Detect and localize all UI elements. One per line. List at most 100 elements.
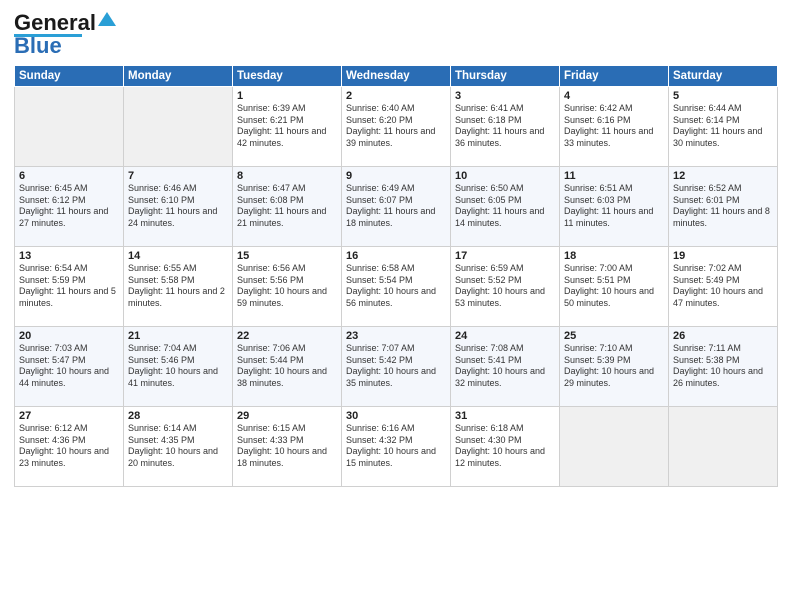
day-header-wednesday: Wednesday — [342, 66, 451, 87]
day-info: Daylight: 10 hours and 26 minutes. — [673, 366, 773, 389]
day-info: Sunset: 5:49 PM — [673, 275, 773, 287]
day-info: Sunrise: 6:47 AM — [237, 183, 337, 195]
day-info: Sunset: 5:59 PM — [19, 275, 119, 287]
day-info: Sunrise: 6:14 AM — [128, 423, 228, 435]
day-header-tuesday: Tuesday — [233, 66, 342, 87]
day-info: Daylight: 10 hours and 56 minutes. — [346, 286, 446, 309]
day-number: 27 — [19, 410, 119, 422]
calendar-cell: 25Sunrise: 7:10 AMSunset: 5:39 PMDayligh… — [560, 327, 669, 407]
day-header-thursday: Thursday — [451, 66, 560, 87]
day-info: Daylight: 11 hours and 2 minutes. — [128, 286, 228, 309]
day-info: Sunset: 6:10 PM — [128, 195, 228, 207]
day-info: Sunrise: 6:12 AM — [19, 423, 119, 435]
day-info: Sunrise: 6:15 AM — [237, 423, 337, 435]
day-info: Sunrise: 7:11 AM — [673, 343, 773, 355]
day-info: Daylight: 11 hours and 30 minutes. — [673, 126, 773, 149]
day-info: Daylight: 10 hours and 38 minutes. — [237, 366, 337, 389]
day-info: Sunset: 6:05 PM — [455, 195, 555, 207]
day-info: Sunset: 5:58 PM — [128, 275, 228, 287]
calendar-cell: 10Sunrise: 6:50 AMSunset: 6:05 PMDayligh… — [451, 167, 560, 247]
day-number: 31 — [455, 410, 555, 422]
day-info: Sunrise: 6:42 AM — [564, 103, 664, 115]
day-info: Sunrise: 6:41 AM — [455, 103, 555, 115]
day-info: Sunset: 4:35 PM — [128, 435, 228, 447]
day-number: 2 — [346, 90, 446, 102]
day-info: Sunset: 5:47 PM — [19, 355, 119, 367]
calendar-table: SundayMondayTuesdayWednesdayThursdayFrid… — [14, 65, 778, 487]
main-container: General Blue SundayMondayTuesdayWednesda… — [0, 0, 792, 495]
day-number: 30 — [346, 410, 446, 422]
day-info: Sunset: 5:41 PM — [455, 355, 555, 367]
day-header-sunday: Sunday — [15, 66, 124, 87]
calendar-cell: 31Sunrise: 6:18 AMSunset: 4:30 PMDayligh… — [451, 407, 560, 487]
day-info: Sunrise: 6:16 AM — [346, 423, 446, 435]
day-header-friday: Friday — [560, 66, 669, 87]
day-info: Sunset: 6:07 PM — [346, 195, 446, 207]
day-number: 10 — [455, 170, 555, 182]
day-info: Sunset: 5:44 PM — [237, 355, 337, 367]
calendar-cell: 27Sunrise: 6:12 AMSunset: 4:36 PMDayligh… — [15, 407, 124, 487]
day-number: 7 — [128, 170, 228, 182]
calendar-cell — [560, 407, 669, 487]
day-number: 29 — [237, 410, 337, 422]
day-number: 12 — [673, 170, 773, 182]
calendar-cell: 17Sunrise: 6:59 AMSunset: 5:52 PMDayligh… — [451, 247, 560, 327]
day-number: 5 — [673, 90, 773, 102]
day-info: Daylight: 11 hours and 27 minutes. — [19, 206, 119, 229]
calendar-cell: 22Sunrise: 7:06 AMSunset: 5:44 PMDayligh… — [233, 327, 342, 407]
calendar-cell: 1Sunrise: 6:39 AMSunset: 6:21 PMDaylight… — [233, 87, 342, 167]
day-info: Sunset: 5:51 PM — [564, 275, 664, 287]
logo-blue: Blue — [14, 33, 62, 59]
day-number: 9 — [346, 170, 446, 182]
day-number: 18 — [564, 250, 664, 262]
day-info: Sunrise: 6:49 AM — [346, 183, 446, 195]
day-info: Sunrise: 7:07 AM — [346, 343, 446, 355]
day-info: Daylight: 10 hours and 29 minutes. — [564, 366, 664, 389]
day-info: Sunset: 5:46 PM — [128, 355, 228, 367]
calendar-cell: 23Sunrise: 7:07 AMSunset: 5:42 PMDayligh… — [342, 327, 451, 407]
day-info: Sunset: 5:42 PM — [346, 355, 446, 367]
calendar-cell: 13Sunrise: 6:54 AMSunset: 5:59 PMDayligh… — [15, 247, 124, 327]
day-info: Daylight: 10 hours and 50 minutes. — [564, 286, 664, 309]
day-info: Sunrise: 6:51 AM — [564, 183, 664, 195]
calendar-cell: 21Sunrise: 7:04 AMSunset: 5:46 PMDayligh… — [124, 327, 233, 407]
header: General Blue — [14, 10, 778, 59]
day-number: 6 — [19, 170, 119, 182]
day-info: Sunset: 4:36 PM — [19, 435, 119, 447]
day-number: 15 — [237, 250, 337, 262]
day-info: Sunrise: 6:55 AM — [128, 263, 228, 275]
calendar-cell: 4Sunrise: 6:42 AMSunset: 6:16 PMDaylight… — [560, 87, 669, 167]
day-info: Sunset: 5:56 PM — [237, 275, 337, 287]
day-info: Daylight: 10 hours and 35 minutes. — [346, 366, 446, 389]
logo-general: General — [14, 10, 96, 36]
day-info: Sunrise: 7:00 AM — [564, 263, 664, 275]
calendar-week-row: 6Sunrise: 6:45 AMSunset: 6:12 PMDaylight… — [15, 167, 778, 247]
calendar-week-row: 1Sunrise: 6:39 AMSunset: 6:21 PMDaylight… — [15, 87, 778, 167]
day-info: Sunrise: 6:59 AM — [455, 263, 555, 275]
day-info: Sunrise: 7:03 AM — [19, 343, 119, 355]
day-info: Daylight: 11 hours and 36 minutes. — [455, 126, 555, 149]
day-info: Sunrise: 7:02 AM — [673, 263, 773, 275]
calendar-cell: 26Sunrise: 7:11 AMSunset: 5:38 PMDayligh… — [669, 327, 778, 407]
calendar-cell — [15, 87, 124, 167]
day-info: Daylight: 11 hours and 11 minutes. — [564, 206, 664, 229]
day-info: Sunrise: 6:58 AM — [346, 263, 446, 275]
day-info: Daylight: 10 hours and 12 minutes. — [455, 446, 555, 469]
calendar-cell: 6Sunrise: 6:45 AMSunset: 6:12 PMDaylight… — [15, 167, 124, 247]
day-info: Sunset: 6:20 PM — [346, 115, 446, 127]
day-number: 16 — [346, 250, 446, 262]
calendar-body: 1Sunrise: 6:39 AMSunset: 6:21 PMDaylight… — [15, 87, 778, 487]
day-info: Sunrise: 7:08 AM — [455, 343, 555, 355]
day-info: Sunset: 4:30 PM — [455, 435, 555, 447]
calendar-week-row: 27Sunrise: 6:12 AMSunset: 4:36 PM Dayligh… — [15, 407, 778, 487]
day-info: Daylight: 11 hours and 33 minutes. — [564, 126, 664, 149]
day-number: 8 — [237, 170, 337, 182]
day-info: Sunset: 6:16 PM — [564, 115, 664, 127]
day-info: Sunset: 6:01 PM — [673, 195, 773, 207]
calendar-cell: 8Sunrise: 6:47 AMSunset: 6:08 PMDaylight… — [233, 167, 342, 247]
day-number: 3 — [455, 90, 555, 102]
day-info: Sunset: 6:14 PM — [673, 115, 773, 127]
day-number: 20 — [19, 330, 119, 342]
day-info: Daylight: 10 hours and 20 minutes. — [128, 446, 228, 469]
day-number: 25 — [564, 330, 664, 342]
